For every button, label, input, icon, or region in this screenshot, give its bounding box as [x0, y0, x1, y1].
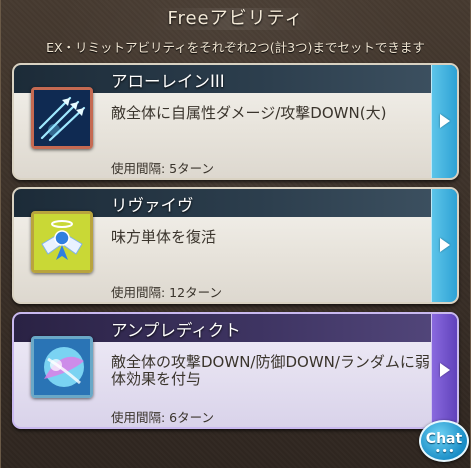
page-subtitle: EX・リミットアビリティをそれぞれ2つ(計3つ)までセットできます — [46, 40, 425, 55]
chevron-right-icon[interactable] — [431, 65, 457, 178]
ability-card-unpredict[interactable]: アンプレディクト 敵全体の攻撃DOWN/防御DOWN/ランダムに弱体効果を付与 … — [12, 312, 459, 429]
unpredict-icon — [31, 336, 93, 398]
ability-name: アンプレディクト — [111, 321, 241, 340]
ability-card-revive[interactable]: リヴァイヴ 味方単体を復活 使用間隔: 12ターン — [12, 187, 459, 304]
ability-cooldown: 使用間隔: 5ターン — [111, 161, 215, 176]
arrow-rain-icon — [31, 87, 93, 149]
ability-cooldown: 使用間隔: 6ターン — [111, 410, 215, 425]
ability-description: 敵全体の攻撃DOWN/防御DOWN/ランダムに弱体効果を付与 — [111, 353, 430, 388]
chevron-right-icon[interactable] — [431, 314, 457, 427]
chevron-right-icon[interactable] — [431, 189, 457, 302]
ability-card-arrow-rain[interactable]: アローレインIII 敵全体に自属性ダメージ/攻撃DOWN(大) 使用間隔: 5タ… — [12, 63, 459, 180]
ability-name: リヴァイヴ — [111, 196, 194, 215]
chat-button[interactable]: Chat ••• — [419, 420, 469, 462]
chat-dots-icon: ••• — [435, 447, 456, 457]
ability-description: 敵全体に自属性ダメージ/攻撃DOWN(大) — [111, 104, 387, 122]
ability-description: 味方単体を復活 — [111, 228, 217, 246]
free-ability-panel: Freeアビリティ EX・リミットアビリティをそれぞれ2つ(計3つ)までセットで… — [0, 0, 471, 468]
revive-icon — [31, 211, 93, 273]
page-title: Freeアビリティ — [167, 8, 304, 29]
ability-name: アローレインIII — [111, 72, 225, 91]
chat-label: Chat — [425, 431, 463, 447]
ability-cooldown: 使用間隔: 12ターン — [111, 285, 222, 300]
